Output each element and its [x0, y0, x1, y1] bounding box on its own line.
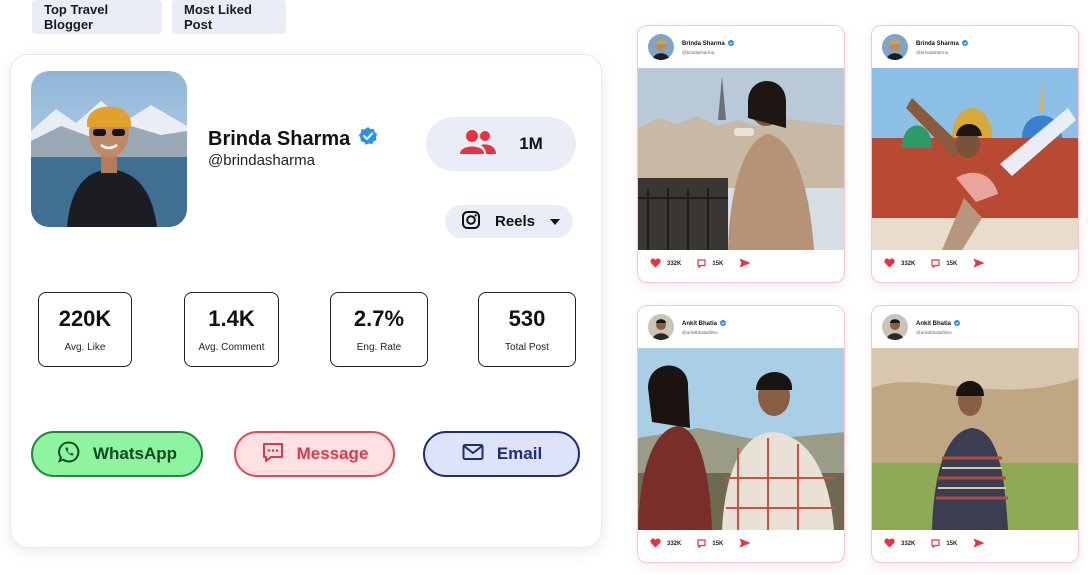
- profile-name-text: Brinda Sharma: [208, 127, 351, 150]
- comment-icon[interactable]: [697, 258, 706, 270]
- comment-icon[interactable]: [697, 538, 706, 550]
- followers-pill: 1M: [426, 117, 576, 171]
- stat-value: 530: [508, 306, 546, 331]
- whatsapp-button[interactable]: WhatsApp: [31, 431, 203, 477]
- post-header: Ankit Bhatia @ankitbhatiafilms: [638, 306, 844, 348]
- stat-label: Eng. Rate: [356, 342, 402, 353]
- profile-handle: @brindasharma: [208, 152, 315, 169]
- likes-count: 332K: [667, 541, 682, 547]
- most-liked-post-chip[interactable]: Most Liked Post: [172, 0, 286, 34]
- stat-label: Avg. Like: [64, 342, 106, 353]
- stat-eng-rate: 2.7% Eng. Rate: [330, 292, 428, 367]
- post-author-handle: @ankitbhatiafilms: [916, 329, 952, 335]
- likes-count: 332K: [667, 261, 682, 267]
- post-author-name: Brinda Sharma: [682, 40, 725, 47]
- heart-icon[interactable]: [650, 258, 661, 270]
- heart-icon[interactable]: [884, 538, 895, 550]
- heart-icon[interactable]: [650, 538, 661, 550]
- send-icon[interactable]: [973, 538, 985, 550]
- stat-label: Total Post: [505, 342, 549, 353]
- verified-badge-icon: [358, 126, 378, 152]
- send-icon[interactable]: [739, 258, 751, 270]
- post-author: Ankit Bhatia: [682, 319, 727, 328]
- post-author: Brinda Sharma: [682, 39, 734, 48]
- stat-value: 1.4K: [208, 306, 255, 331]
- post-footer: 332K 15K: [884, 258, 985, 270]
- users-icon: [459, 129, 497, 160]
- post-image: [638, 348, 844, 530]
- post-footer: 332K 15K: [650, 538, 751, 550]
- message-button[interactable]: Message: [234, 431, 395, 477]
- verified-badge-icon: [954, 319, 961, 328]
- stat-label: Avg. Comment: [198, 342, 265, 353]
- chat-icon: [261, 440, 285, 469]
- post-header: Ankit Bhatia @ankitbhatiafilms: [872, 306, 1078, 348]
- heart-icon[interactable]: [884, 258, 895, 270]
- post-author: Brinda Sharma: [916, 39, 968, 48]
- top-travel-blogger-chip[interactable]: Top Travel Blogger: [32, 0, 162, 34]
- comments-count: 15K: [946, 541, 958, 547]
- post-image: [872, 68, 1078, 250]
- instagram-icon: [461, 210, 481, 234]
- post-header: Brinda Sharma @brindasharma: [872, 26, 1078, 68]
- verified-badge-icon: [961, 39, 968, 48]
- stat-avg-comment: 1.4K Avg. Comment: [184, 292, 279, 367]
- whatsapp-label: WhatsApp: [92, 444, 178, 463]
- post-card[interactable]: Ankit Bhatia @ankitbhatiafilms 332K 15K: [871, 305, 1079, 563]
- comments-count: 15K: [946, 261, 958, 267]
- post-author-name: Ankit Bhatia: [682, 320, 718, 327]
- send-icon[interactable]: [739, 538, 751, 550]
- whatsapp-icon: [57, 440, 81, 469]
- post-image: [638, 68, 844, 250]
- likes-count: 332K: [901, 541, 916, 547]
- email-label: Email: [496, 444, 543, 463]
- post-author-handle: @brindasharma: [916, 49, 949, 55]
- platform-dropdown[interactable]: Reels: [445, 205, 573, 238]
- post-footer: 332K 15K: [650, 258, 751, 270]
- profile-avatar: [31, 71, 187, 227]
- caret-down-icon: [549, 213, 561, 230]
- likes-count: 332K: [901, 261, 916, 267]
- post-avatar: [648, 314, 674, 340]
- post-card[interactable]: Ankit Bhatia @ankitbhatiafilms 332K 15K: [637, 305, 845, 563]
- verified-badge-icon: [720, 319, 727, 328]
- post-author-handle: @brindasharma: [682, 49, 715, 55]
- post-avatar: [882, 314, 908, 340]
- post-author-name: Brinda Sharma: [916, 40, 959, 47]
- platform-label: Reels: [495, 213, 536, 230]
- post-card[interactable]: Brinda Sharma @brindasharma 332K 15K: [871, 25, 1079, 283]
- stat-value: 2.7%: [353, 306, 405, 331]
- comments-count: 15K: [712, 261, 724, 267]
- send-icon[interactable]: [973, 258, 985, 270]
- post-author: Ankit Bhatia: [916, 319, 961, 328]
- stat-total-post: 530 Total Post: [478, 292, 576, 367]
- post-image: [872, 348, 1078, 530]
- mail-icon: [461, 440, 485, 469]
- profile-card: Brinda Sharma @brindasharma 1M Reels 220…: [10, 54, 602, 548]
- followers-count: 1M: [519, 134, 543, 153]
- post-footer: 332K 15K: [884, 538, 985, 550]
- comments-count: 15K: [712, 541, 724, 547]
- comment-icon[interactable]: [931, 538, 940, 550]
- post-avatar: [882, 34, 908, 60]
- verified-badge-icon: [727, 39, 734, 48]
- stat-avg-like: 220K Avg. Like: [38, 292, 132, 367]
- post-author-handle: @ankitbhatiafilms: [682, 329, 718, 335]
- stat-value: 220K: [58, 306, 112, 331]
- message-label: Message: [296, 444, 369, 463]
- profile-name: Brinda Sharma: [208, 126, 378, 152]
- post-author-name: Ankit Bhatia: [916, 320, 952, 327]
- email-button[interactable]: Email: [423, 431, 580, 477]
- post-header: Brinda Sharma @brindasharma: [638, 26, 844, 68]
- comment-icon[interactable]: [931, 258, 940, 270]
- post-card[interactable]: Brinda Sharma @brindasharma 332K 15K: [637, 25, 845, 283]
- post-avatar: [648, 34, 674, 60]
